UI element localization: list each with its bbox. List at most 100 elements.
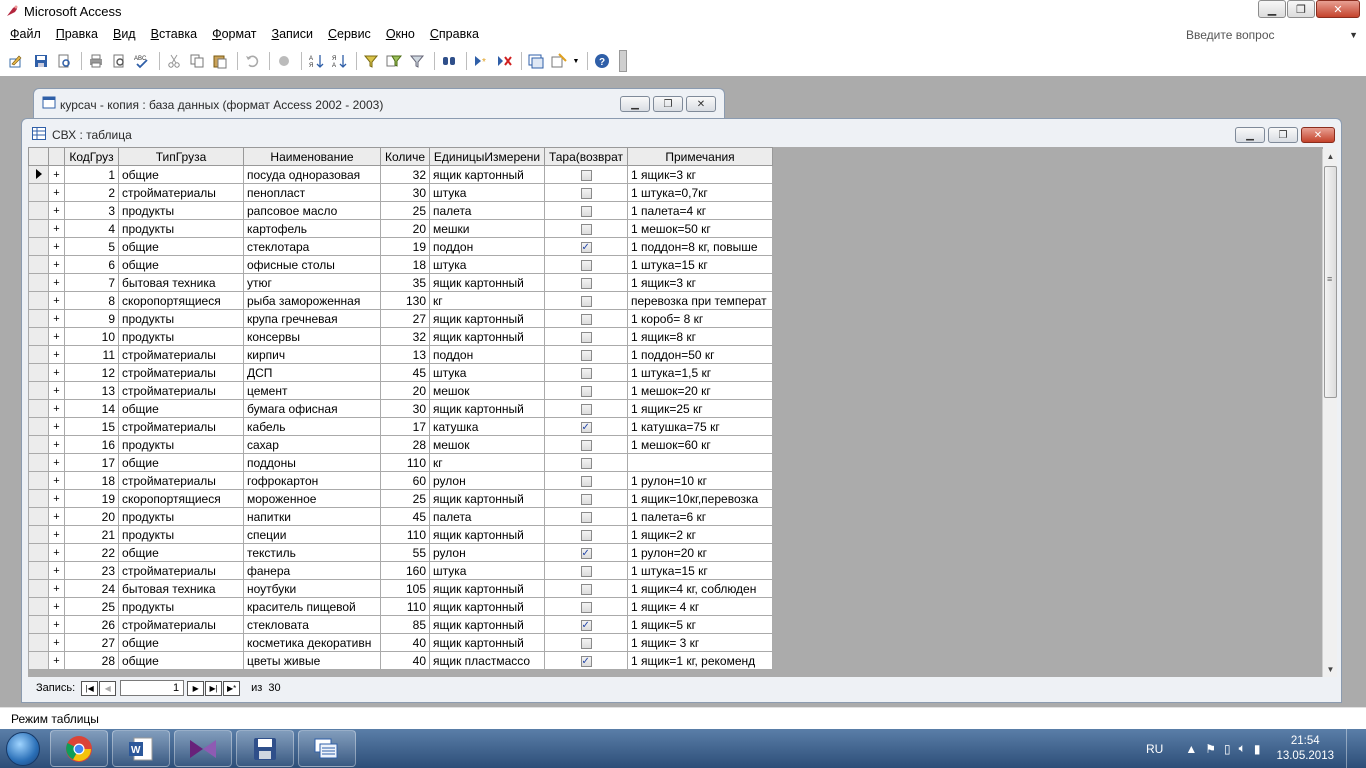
copy-icon[interactable] [187,51,207,71]
taskbar-word[interactable]: W [112,730,170,767]
cell-qty[interactable]: 55 [380,543,430,562]
record-selector[interactable] [28,327,49,346]
cell-unit[interactable]: штука [429,183,545,202]
expand-subdatasheet-icon[interactable]: + [48,345,65,364]
cell-type[interactable]: скоропортящиеся [118,489,244,508]
record-selector[interactable] [28,309,49,328]
save-icon[interactable] [31,51,51,71]
expand-subdatasheet-icon[interactable]: + [48,363,65,382]
cell-name[interactable]: ноутбуки [243,579,381,598]
network-icon[interactable]: ▯ [1224,742,1231,756]
table-row[interactable]: +15стройматериалыкабель17катушка 1 катушк… [28,417,773,436]
cell-id[interactable]: 9 [64,309,119,328]
table-row[interactable]: +8 скоропортящиеся рыба замороженная 130 кг п… [28,291,773,310]
print-preview-icon[interactable] [109,51,129,71]
expand-subdatasheet-icon[interactable]: + [48,615,65,634]
cell-qty[interactable]: 28 [380,435,430,454]
record-selector[interactable] [28,165,49,184]
cell-type[interactable]: стройматериалы [118,471,244,490]
toolbar-options-handle[interactable] [619,50,627,72]
taskbar-access-windows[interactable] [298,730,356,767]
cell-type[interactable]: стройматериалы [118,615,244,634]
menu-insert[interactable]: Вставка [151,27,197,41]
cell-notes[interactable]: 1 мешок=60 кг [627,435,773,454]
view-mode-icon[interactable] [8,51,28,71]
cell-type[interactable]: стройматериалы [118,345,244,364]
tara-checkbox[interactable] [580,241,592,253]
cell-tara[interactable] [544,165,628,184]
cell-tara[interactable] [544,237,628,256]
cell-id[interactable]: 14 [64,399,119,418]
tara-checkbox[interactable] [580,277,592,289]
column-header-type[interactable]: ТипГруза [118,147,244,166]
column-header-tara[interactable]: Тара(возврат [544,147,628,166]
table-row[interactable]: +16 продукты сахар 28 мешок 1 мешок=60 кг [28,435,773,454]
cell-tara[interactable] [544,633,628,652]
select-all-corner[interactable] [28,147,49,166]
cell-tara[interactable] [544,597,628,616]
table-row[interactable]: +10 продукты консервы 32 ящик картонный 1 ящи… [28,327,773,346]
cell-unit[interactable]: штука [429,561,545,580]
cell-type[interactable]: продукты [118,435,244,454]
expand-subdatasheet-icon[interactable]: + [48,633,65,652]
apply-filter-icon[interactable] [407,51,427,71]
cell-unit[interactable]: катушка [429,417,545,436]
cell-tara[interactable] [544,615,628,634]
record-selector[interactable] [28,579,49,598]
expand-subdatasheet-icon[interactable]: + [48,327,65,346]
expand-subdatasheet-icon[interactable]: + [48,471,65,490]
cell-name[interactable]: косметика декоративн [243,633,381,652]
cell-unit[interactable]: ящик картонный [429,597,545,616]
tara-checkbox[interactable] [580,457,592,469]
cell-unit[interactable]: поддон [429,237,545,256]
cell-type[interactable]: стройматериалы [118,561,244,580]
cell-notes[interactable]: 1 рулон=10 кг [627,471,773,490]
column-header-unit[interactable]: ЕдиницыИзмерени [429,147,545,166]
cell-qty[interactable]: 32 [380,327,430,346]
cell-unit[interactable]: поддон [429,345,545,364]
cell-tara[interactable] [544,255,628,274]
cell-unit[interactable]: ящик картонный [429,633,545,652]
cell-unit[interactable]: штука [429,255,545,274]
cell-name[interactable]: сахар [243,435,381,454]
cell-notes[interactable]: 1 палета=4 кг [627,201,773,220]
table-row[interactable]: +28общиецветы живые40ящик пластмассо 1 ящ… [28,651,773,670]
cell-unit[interactable]: рулон [429,471,545,490]
cell-tara[interactable] [544,345,628,364]
print-icon[interactable] [86,51,106,71]
cell-qty[interactable]: 110 [380,453,430,472]
expand-subdatasheet-icon[interactable]: + [48,525,65,544]
cell-tara[interactable] [544,579,628,598]
column-header-qty[interactable]: Количе [380,147,430,166]
cell-id[interactable]: 18 [64,471,119,490]
cell-type[interactable]: общие [118,399,244,418]
cell-notes[interactable]: 1 ящик=4 кг, соблюден [627,579,773,598]
cell-type[interactable]: общие [118,633,244,652]
cell-id[interactable]: 25 [64,597,119,616]
cell-type[interactable]: общие [118,165,244,184]
cell-id[interactable]: 2 [64,183,119,202]
taskbar-chrome[interactable] [50,730,108,767]
delete-record-icon[interactable] [494,51,514,71]
cell-qty[interactable]: 25 [380,201,430,220]
new-record-nav-icon[interactable]: ▶* [223,680,241,696]
expand-subdatasheet-icon[interactable]: + [48,651,65,670]
record-selector[interactable] [28,543,49,562]
cell-unit[interactable]: ящик картонный [429,327,545,346]
cell-tara[interactable] [544,471,628,490]
start-button[interactable] [0,729,46,768]
cell-unit[interactable]: мешок [429,381,545,400]
tara-checkbox[interactable] [580,205,592,217]
taskbar-save-app[interactable] [236,730,294,767]
cell-tara[interactable] [544,651,628,670]
cell-notes[interactable]: 1 штука=1,5 кг [627,363,773,382]
record-selector[interactable] [28,201,49,220]
previous-record-icon[interactable]: ◀ [99,680,117,696]
cell-unit[interactable]: ящик картонный [429,615,545,634]
tara-checkbox[interactable] [580,385,592,397]
expand-subdatasheet-icon[interactable]: + [48,219,65,238]
cell-notes[interactable]: 1 ящик= 4 кг [627,597,773,616]
cell-id[interactable]: 6 [64,255,119,274]
table-row[interactable]: +5общиестеклотара19поддон 1 поддон=8 кг, … [28,237,773,256]
table-close-button[interactable]: ✕ [1301,127,1335,143]
